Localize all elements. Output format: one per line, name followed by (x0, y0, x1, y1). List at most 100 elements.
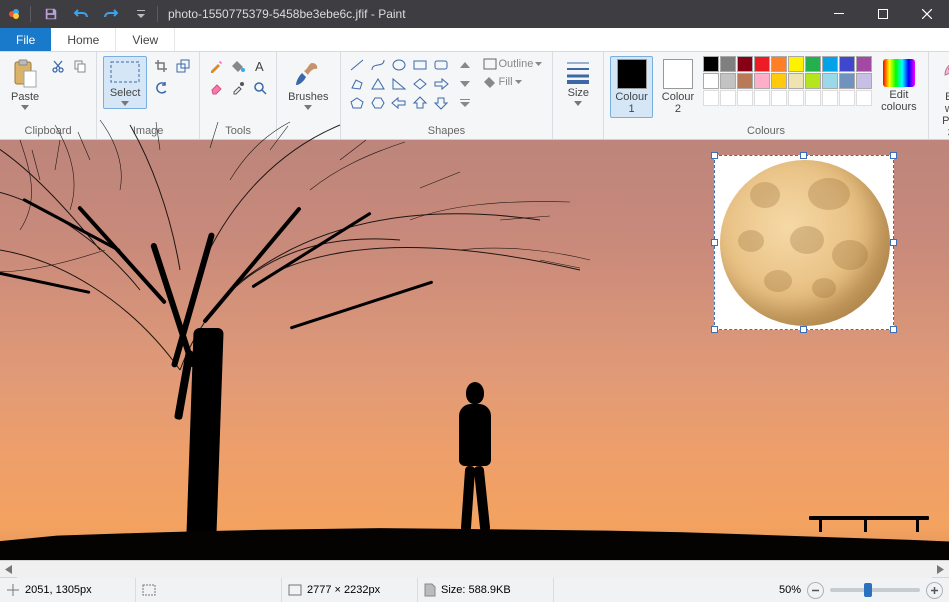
shape-arrowup-icon (410, 94, 430, 112)
colour-swatch[interactable] (703, 90, 719, 106)
colour-swatch[interactable] (703, 73, 719, 89)
canvas[interactable] (0, 140, 949, 560)
eraser-tool-icon[interactable] (206, 78, 226, 98)
window-title: photo-1550775379-5458be3ebe6c.jfif - Pai… (168, 7, 406, 21)
colour-swatch[interactable] (805, 73, 821, 89)
shape-triangle-icon (368, 75, 388, 93)
canvas-person (445, 382, 505, 532)
group-colours: Colour 1 Colour 2 Edit colours Colours (604, 52, 928, 139)
zoom-in-button[interactable] (926, 582, 943, 599)
colour-swatch[interactable] (822, 73, 838, 89)
colour-swatch[interactable] (737, 90, 753, 106)
shape-right-triangle-icon (389, 75, 409, 93)
colour-swatch[interactable] (720, 56, 736, 72)
resize-icon[interactable] (173, 56, 193, 76)
colour-swatch[interactable] (771, 56, 787, 72)
shape-polygon-icon (347, 75, 367, 93)
redo-icon[interactable] (99, 3, 123, 25)
colour-swatch[interactable] (788, 73, 804, 89)
colour1-button[interactable]: Colour 1 (610, 56, 652, 118)
save-icon[interactable] (39, 3, 63, 25)
shapes-scroll-up[interactable] (455, 56, 475, 75)
tab-file[interactable]: File (0, 28, 51, 51)
colour-swatch[interactable] (822, 56, 838, 72)
shape-diamond-icon (410, 75, 430, 93)
colour-swatch[interactable] (720, 90, 736, 106)
shape-roundrect-icon (431, 56, 451, 74)
tab-home[interactable]: Home (51, 28, 116, 51)
magnifier-tool-icon[interactable] (250, 78, 270, 98)
status-canvas-size: 2777 × 2232px (288, 578, 418, 602)
colour-swatch[interactable] (737, 56, 753, 72)
shape-arrowright-icon (431, 75, 451, 93)
colour-swatch[interactable] (822, 90, 838, 106)
group-paint3d: Edit with Paint 3D . (929, 52, 949, 139)
menubar: File Home View (0, 28, 949, 52)
shape-pentagon-icon (347, 94, 367, 112)
shape-outline-button[interactable]: Outline (479, 56, 547, 72)
canvas-moon (720, 160, 890, 326)
shape-rect-icon (410, 56, 430, 74)
colour-swatch[interactable] (788, 90, 804, 106)
zoom-slider[interactable] (830, 588, 920, 592)
shapes-scroll-down[interactable] (455, 75, 475, 94)
size-button[interactable]: Size (559, 56, 597, 109)
colour-swatch[interactable] (856, 56, 872, 72)
canvas-tree (0, 120, 600, 420)
statusbar: 2051, 1305px 2777 × 2232px Size: 588.9KB… (0, 577, 949, 602)
colour-swatch[interactable] (805, 90, 821, 106)
titlebar: photo-1550775379-5458be3ebe6c.jfif - Pai… (0, 0, 949, 28)
colour-swatch[interactable] (703, 56, 719, 72)
scroll-right-icon[interactable] (932, 561, 949, 578)
maximize-button[interactable] (861, 0, 905, 28)
colour-swatch[interactable] (839, 90, 855, 106)
colour-swatch[interactable] (754, 90, 770, 106)
shape-fill-button[interactable]: Fill (479, 74, 547, 90)
svg-text:A: A (255, 59, 264, 73)
scroll-left-icon[interactable] (0, 561, 17, 578)
zoom-out-button[interactable] (807, 582, 824, 599)
colour-swatch[interactable] (856, 73, 872, 89)
rotate-icon[interactable] (151, 78, 171, 98)
minimize-button[interactable] (817, 0, 861, 28)
shape-hexagon-icon (368, 94, 388, 112)
colour-swatch[interactable] (720, 73, 736, 89)
pencil-tool-icon[interactable] (206, 56, 226, 76)
colour-swatch[interactable] (754, 56, 770, 72)
colour-swatch[interactable] (839, 56, 855, 72)
horizontal-scrollbar[interactable] (0, 560, 949, 577)
fill-tool-icon[interactable] (228, 56, 248, 76)
colour-swatch[interactable] (839, 73, 855, 89)
edit-colours-button[interactable]: Edit colours (876, 56, 921, 116)
quickaccess-dropdown-icon[interactable] (129, 3, 153, 25)
colour-swatch[interactable] (788, 56, 804, 72)
status-zoom-value: 50% (779, 584, 801, 596)
cut-icon[interactable] (48, 56, 68, 76)
shape-arrowdown-icon (431, 94, 451, 112)
copy-icon[interactable] (70, 56, 90, 76)
select-button[interactable]: Select (103, 56, 147, 109)
group-label-colours: Colours (747, 125, 785, 137)
crop-icon[interactable] (151, 56, 171, 76)
shape-arrowleft-icon (389, 94, 409, 112)
colour-swatch[interactable] (771, 90, 787, 106)
shape-curve-icon (368, 56, 388, 74)
undo-icon[interactable] (69, 3, 93, 25)
shapes-gallery[interactable] (347, 56, 451, 112)
paste-button[interactable]: Paste (6, 56, 44, 113)
close-button[interactable] (905, 0, 949, 28)
paint3d-button[interactable]: Edit with Paint 3D (935, 56, 949, 142)
colour-swatch[interactable] (856, 90, 872, 106)
brushes-button[interactable]: Brushes (283, 56, 333, 113)
status-file-size: Size: 588.9KB (424, 578, 554, 602)
tab-view[interactable]: View (116, 28, 175, 51)
text-tool-icon[interactable]: A (250, 56, 270, 76)
pasted-selection[interactable] (714, 155, 894, 330)
colour-swatch[interactable] (754, 73, 770, 89)
colour-swatch[interactable] (771, 73, 787, 89)
colour-swatch[interactable] (737, 73, 753, 89)
colour-swatch[interactable] (805, 56, 821, 72)
shapes-more[interactable] (455, 93, 475, 112)
picker-tool-icon[interactable] (228, 78, 248, 98)
colour2-button[interactable]: Colour 2 (657, 56, 699, 118)
